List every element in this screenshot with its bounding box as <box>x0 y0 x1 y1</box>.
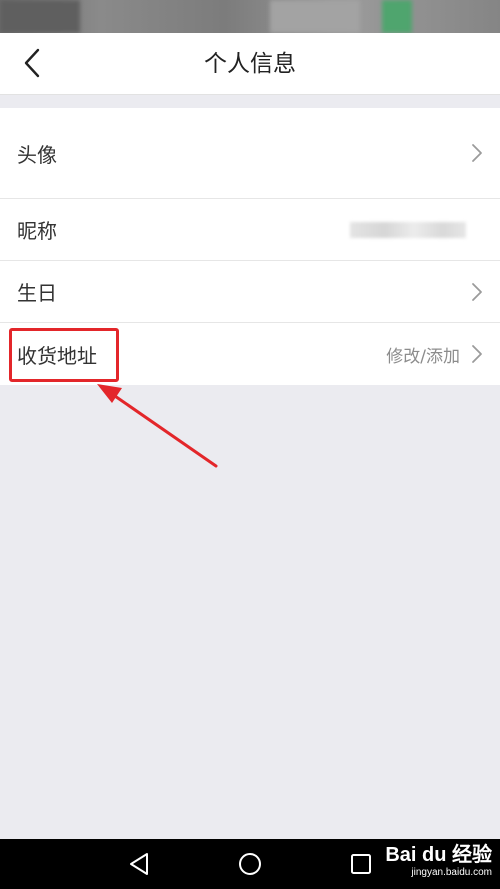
watermark-site: jingyan.baidu.com <box>411 867 492 878</box>
nickname-label: 昵称 <box>17 219 57 243</box>
status-bar <box>0 0 500 33</box>
shipping-address-label: 收货地址 <box>17 343 97 368</box>
page-title: 个人信息 <box>204 51 296 77</box>
status-blur <box>270 0 360 33</box>
avatar-label: 头像 <box>17 142 57 167</box>
profile-list: 头像 昵称 生日 收货地址 修改/添加 <box>0 108 500 385</box>
nickname-value-redacted <box>350 221 466 238</box>
watermark: Bai du 经验 jingyan.baidu.com <box>385 843 492 879</box>
nav-recents-square-icon[interactable] <box>345 848 377 880</box>
chevron-right-icon <box>472 144 482 162</box>
watermark-brand: Bai du 经验 <box>385 844 492 866</box>
system-nav-bar: Bai du 经验 jingyan.baidu.com <box>0 839 500 889</box>
status-blur <box>0 0 80 33</box>
shipping-address-row[interactable]: 收货地址 修改/添加 <box>0 323 500 385</box>
top-nav-bar: 个人信息 <box>0 33 500 95</box>
chevron-right-icon <box>472 282 482 301</box>
nickname-row[interactable]: 昵称 <box>0 199 500 261</box>
chevron-right-icon <box>472 345 482 363</box>
birthday-label: 生日 <box>17 281 57 305</box>
status-blur <box>382 0 412 33</box>
nav-back-triangle-icon[interactable] <box>124 848 156 880</box>
nav-home-circle-icon[interactable] <box>234 848 266 880</box>
avatar-row[interactable]: 头像 <box>0 108 500 199</box>
birthday-row[interactable]: 生日 <box>0 261 500 323</box>
shipping-address-value: 修改/添加 <box>386 346 460 367</box>
